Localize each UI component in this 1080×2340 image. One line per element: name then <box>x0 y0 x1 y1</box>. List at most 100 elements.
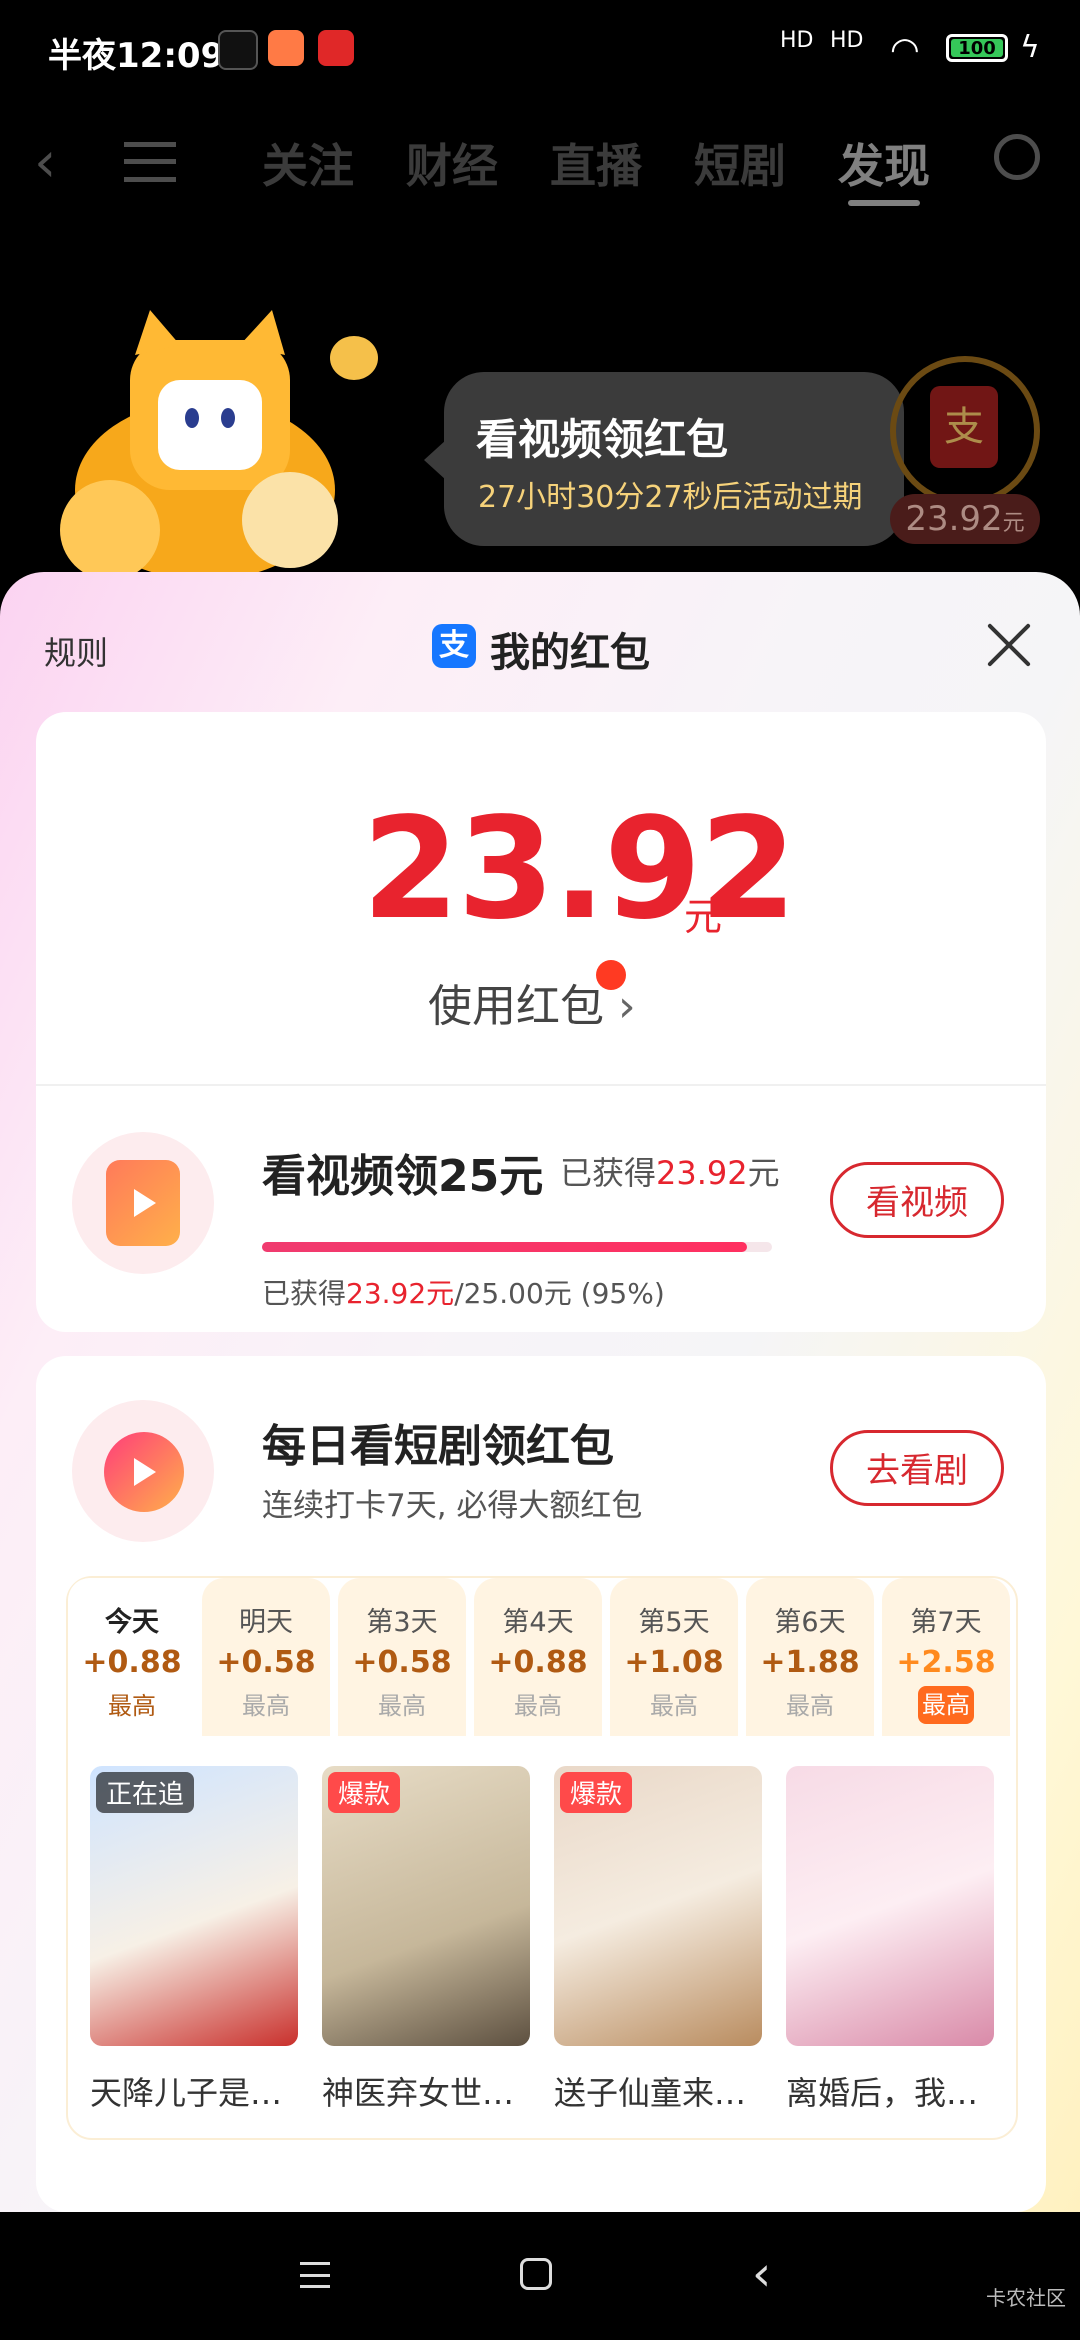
day-value: +1.08 <box>624 1645 724 1680</box>
earned-prefix: 已获得 <box>560 1154 657 1192</box>
day-7: 第7天 +2.58 最高 <box>882 1578 1010 1736</box>
drama-poster-4[interactable] <box>786 1766 994 2046</box>
sheet-title: 我的红包 <box>490 630 650 676</box>
tab-live[interactable]: 直播 <box>550 130 642 196</box>
day-max: 最高 <box>242 1692 290 1720</box>
status-bar: 半夜12:09 HD HD ◠ 100 ϟ <box>0 0 1080 100</box>
card-divider <box>36 1084 1046 1086</box>
promo-bubble[interactable]: 看视频领红包 27小时30分27秒后活动过期 <box>424 372 904 546</box>
tab-finance[interactable]: 财经 <box>406 130 498 196</box>
drama-title-1[interactable]: 天降儿子是… <box>90 2068 310 2114</box>
balance-unit: 元 <box>684 895 723 939</box>
signal-1-icon: HD <box>780 28 814 53</box>
ring-amount: 23.92元 <box>890 494 1040 544</box>
video-progress-track <box>262 1242 772 1252</box>
notification-dot <box>596 960 626 990</box>
drama-tag: 爆款 <box>560 1772 633 1813</box>
tab-discover[interactable]: 发现 <box>838 130 930 196</box>
day-label: 第5天 <box>638 1607 710 1638</box>
drama-tag: 正在追 <box>96 1772 195 1813</box>
signal-2-icon: HD <box>830 28 864 53</box>
recent-apps-icon[interactable] <box>300 2262 330 2288</box>
rules-link[interactable]: 规则 <box>44 628 108 674</box>
back-icon[interactable]: ‹ <box>34 130 56 195</box>
chevron-right-icon: › <box>618 981 636 1032</box>
earned-amount: 23.92 <box>656 1154 748 1192</box>
drama-title-4[interactable]: 离婚后，我… <box>786 2068 1006 2114</box>
promo-title: 看视频领红包 <box>476 415 729 464</box>
day-value: +0.58 <box>352 1645 452 1680</box>
day-value: +2.58 <box>896 1645 996 1680</box>
drama-title-2[interactable]: 神医弃女世… <box>322 2068 542 2114</box>
day-max: 最高 <box>514 1692 562 1720</box>
back-nav-icon[interactable]: ‹ <box>752 2246 771 2302</box>
alipay-icon: 支 <box>432 624 476 668</box>
wifi-icon: ◠ <box>890 30 920 70</box>
ring-amount-unit: 元 <box>1002 511 1025 536</box>
drama-task-subtitle: 连续打卡7天, 必得大额红包 <box>262 1488 643 1524</box>
day-label: 第7天 <box>910 1607 982 1638</box>
day-label: 第4天 <box>502 1607 574 1638</box>
red-envelope-sheet: 规则 支 我的红包 23.92 元 使用红包 › 看视频领25元 已获得23.9… <box>0 572 1080 2212</box>
video-progress-text: 已获得23.92元/25.00元 (95%) <box>262 1272 665 1312</box>
drama-poster-3[interactable]: 爆款 <box>554 1766 762 2046</box>
day-6: 第6天 +1.88 最高 <box>746 1578 874 1736</box>
drama-poster-2[interactable]: 爆款 <box>322 1766 530 2046</box>
video-progress-fill <box>262 1242 747 1252</box>
day-label: 明天 <box>239 1607 293 1638</box>
day-value: +0.88 <box>488 1645 588 1680</box>
day-max: 最高 <box>108 1692 156 1720</box>
search-icon[interactable] <box>994 134 1040 180</box>
ring-amount-value: 23.92 <box>905 499 1003 539</box>
red-envelope-icon[interactable]: 支 <box>930 386 998 468</box>
day-value: +0.88 <box>82 1645 182 1680</box>
cat-mascot-illustration <box>40 300 370 580</box>
menu-icon[interactable] <box>124 142 176 182</box>
watermark: 卡农社区 <box>986 2286 1066 2310</box>
day-today: 今天 +0.88 最高 <box>68 1578 196 1736</box>
promo-countdown: 27小时30分27秒后活动过期 <box>478 480 863 515</box>
balance-amount: 23.92 <box>362 788 797 951</box>
drama-task-title: 每日看短剧领红包 <box>262 1421 614 1472</box>
coin-icon <box>330 336 378 380</box>
day-4: 第4天 +0.88 最高 <box>474 1578 602 1736</box>
charging-icon: ϟ <box>1020 30 1040 65</box>
progress-prefix: 已获得 <box>262 1277 347 1310</box>
active-tab-indicator <box>848 200 920 206</box>
system-nav-bar: ‹ <box>0 2212 1080 2340</box>
shopping-app-icon <box>268 30 304 66</box>
earned-unit: 元 <box>747 1154 780 1192</box>
drama-play-icon <box>104 1432 184 1512</box>
day-label: 第3天 <box>366 1607 438 1638</box>
close-icon[interactable] <box>984 620 1034 670</box>
day-3: 第3天 +0.58 最高 <box>338 1578 466 1736</box>
tab-short-drama[interactable]: 短剧 <box>694 130 786 196</box>
progress-rest: /25.00元 (95%) <box>454 1277 665 1310</box>
day-max: 最高 <box>378 1692 426 1720</box>
drama-tag: 爆款 <box>328 1772 401 1813</box>
top-nav: ‹ 关注 财经 直播 短剧 发现 <box>0 120 1080 210</box>
watch-video-button[interactable]: 看视频 <box>830 1162 1004 1238</box>
day-label: 今天 <box>105 1607 159 1638</box>
video-task-earned: 已获得23.92元 <box>560 1148 780 1194</box>
status-time: 半夜12:09 <box>48 36 225 76</box>
news-app-icon <box>318 30 354 66</box>
day-max: 最高 <box>786 1692 834 1720</box>
video-play-icon <box>106 1160 180 1246</box>
day-max: 最高 <box>918 1686 974 1724</box>
home-icon[interactable] <box>520 2258 552 2290</box>
day-tomorrow: 明天 +0.58 最高 <box>202 1578 330 1736</box>
day-label: 第6天 <box>774 1607 846 1638</box>
tab-follow[interactable]: 关注 <box>262 130 354 196</box>
drama-title-3[interactable]: 送子仙童来… <box>554 2068 774 2114</box>
day-value: +1.88 <box>760 1645 860 1680</box>
battery-level: 100 <box>951 39 1003 59</box>
day-value: +0.58 <box>216 1645 316 1680</box>
day-5: 第5天 +1.08 最高 <box>610 1578 738 1736</box>
drama-poster-1[interactable]: 正在追 <box>90 1766 298 2046</box>
progress-amount: 23.92元 <box>346 1277 455 1310</box>
watch-drama-button[interactable]: 去看剧 <box>830 1430 1004 1506</box>
video-task-title: 看视频领25元 <box>262 1151 544 1202</box>
tiktok-icon <box>218 30 258 70</box>
battery-icon: 100 <box>946 34 1008 62</box>
